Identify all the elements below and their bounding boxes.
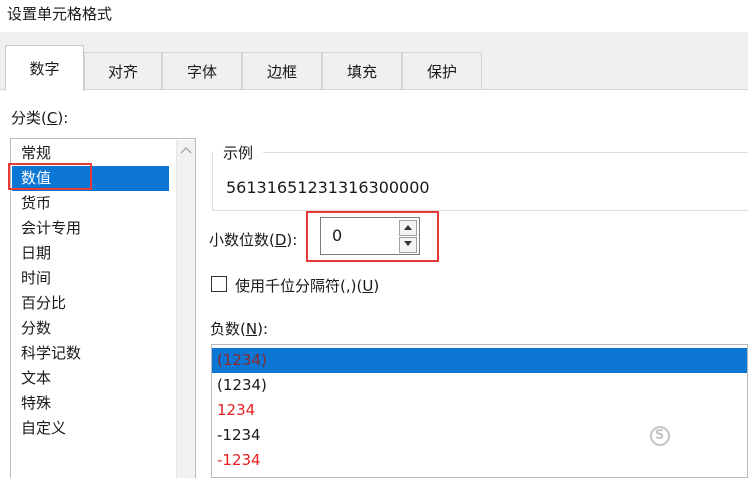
tab-alignment[interactable]: 对齐 <box>84 52 162 90</box>
category-item-date[interactable]: 日期 <box>21 241 51 266</box>
category-scrollbar[interactable] <box>176 140 195 478</box>
category-item-special[interactable]: 特殊 <box>21 391 51 416</box>
negative-format-item[interactable]: (1234) <box>217 373 267 398</box>
sample-value: 56131651231316300000 <box>226 178 430 197</box>
negative-format-item[interactable]: 1234 <box>217 398 255 423</box>
decimal-places-input[interactable]: 0 <box>332 226 342 245</box>
negative-format-item[interactable]: (1234) <box>212 348 747 373</box>
tab-label: 边框 <box>266 63 297 81</box>
triangle-up-icon[interactable] <box>399 220 417 236</box>
category-list[interactable]: 常规 数值 货币 会计专用 日期 时间 百分比 分数 科学记数 文本 特殊 自定… <box>10 138 196 478</box>
tab-label: 字体 <box>186 63 217 81</box>
triangle-down-icon[interactable] <box>399 237 417 253</box>
category-item-text[interactable]: 文本 <box>21 366 51 391</box>
title-bar: 设置单元格格式 <box>0 0 748 32</box>
category-item-general[interactable]: 常规 <box>21 141 51 166</box>
thousands-separator-checkbox[interactable] <box>211 276 227 292</box>
tab-label: 填充 <box>346 63 377 81</box>
category-item-accounting[interactable]: 会计专用 <box>21 216 81 241</box>
negative-format-item[interactable]: -1234 <box>217 423 261 448</box>
tab-fill[interactable]: 填充 <box>322 52 402 90</box>
thousands-separator-label: 使用千位分隔符(,)(U) <box>235 277 380 295</box>
tab-label: 保护 <box>426 63 457 81</box>
tab-label: 数字 <box>29 60 60 78</box>
tab-border[interactable]: 边框 <box>242 52 322 90</box>
sample-group-border-left <box>212 152 213 210</box>
category-item-time[interactable]: 时间 <box>21 266 51 291</box>
tab-font[interactable]: 字体 <box>162 52 242 90</box>
tab-protection[interactable]: 保护 <box>402 52 482 90</box>
category-item-scientific[interactable]: 科学记数 <box>21 341 81 366</box>
tab-label: 对齐 <box>107 63 138 81</box>
category-item-percentage[interactable]: 百分比 <box>21 291 66 316</box>
watermark-logo: S <box>650 424 672 446</box>
negative-format-item[interactable]: -1234 <box>217 448 261 473</box>
negative-numbers-label: 负数(N): <box>210 320 268 338</box>
category-item-custom[interactable]: 自定义 <box>21 416 66 441</box>
negative-numbers-list[interactable]: (1234) (1234) 1234 -1234 -1234 <box>211 344 748 478</box>
sample-group-border-top <box>263 152 748 153</box>
tab-number[interactable]: 数字 <box>5 45 84 91</box>
decimal-places-label: 小数位数(D): <box>209 231 298 249</box>
category-item-currency[interactable]: 货币 <box>21 191 51 216</box>
window-title: 设置单元格格式 <box>7 5 113 23</box>
category-label: 分类(C): <box>11 109 69 127</box>
sample-group-border-bottom <box>212 210 748 211</box>
category-item-fraction[interactable]: 分数 <box>21 316 51 341</box>
chevron-up-icon[interactable] <box>180 146 192 156</box>
decimal-places-stepper[interactable]: 0 <box>320 217 420 255</box>
category-item-number[interactable]: 数值 <box>12 166 169 191</box>
sample-label: 示例 <box>219 142 258 163</box>
